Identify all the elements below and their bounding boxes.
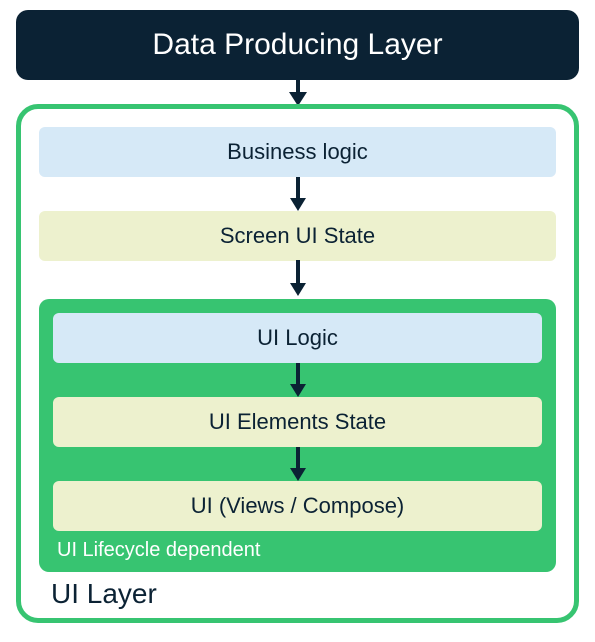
ui-elements-state-box: UI Elements State [53, 397, 542, 447]
ui-lifecycle-dependent-label: UI Lifecycle dependent [53, 539, 542, 562]
business-logic-label: Business logic [227, 139, 368, 164]
ui-elements-state-label: UI Elements State [209, 409, 386, 434]
diagram-container: Data Producing Layer Business logic Scre… [0, 0, 595, 642]
arrow-down-icon [53, 363, 542, 397]
business-logic-box: Business logic [39, 127, 556, 177]
ui-layer-label: UI Layer [39, 578, 556, 610]
screen-ui-state-label: Screen UI State [220, 223, 375, 248]
ui-logic-label: UI Logic [257, 325, 338, 350]
ui-views-label: UI (Views / Compose) [191, 493, 405, 518]
ui-logic-box: UI Logic [53, 313, 542, 363]
arrow-down-icon [16, 66, 579, 104]
arrow-down-icon [53, 447, 542, 481]
ui-layer-container: Business logic Screen UI State UI Logic [16, 104, 579, 623]
arrow-down-icon [39, 177, 556, 211]
data-producing-layer-label: Data Producing Layer [152, 28, 442, 61]
screen-ui-state-box: Screen UI State [39, 211, 556, 261]
ui-views-box: UI (Views / Compose) [53, 481, 542, 531]
ui-lifecycle-container: UI Logic UI Elements State UI (Views / C… [39, 299, 556, 572]
arrow-down-icon [39, 261, 556, 295]
